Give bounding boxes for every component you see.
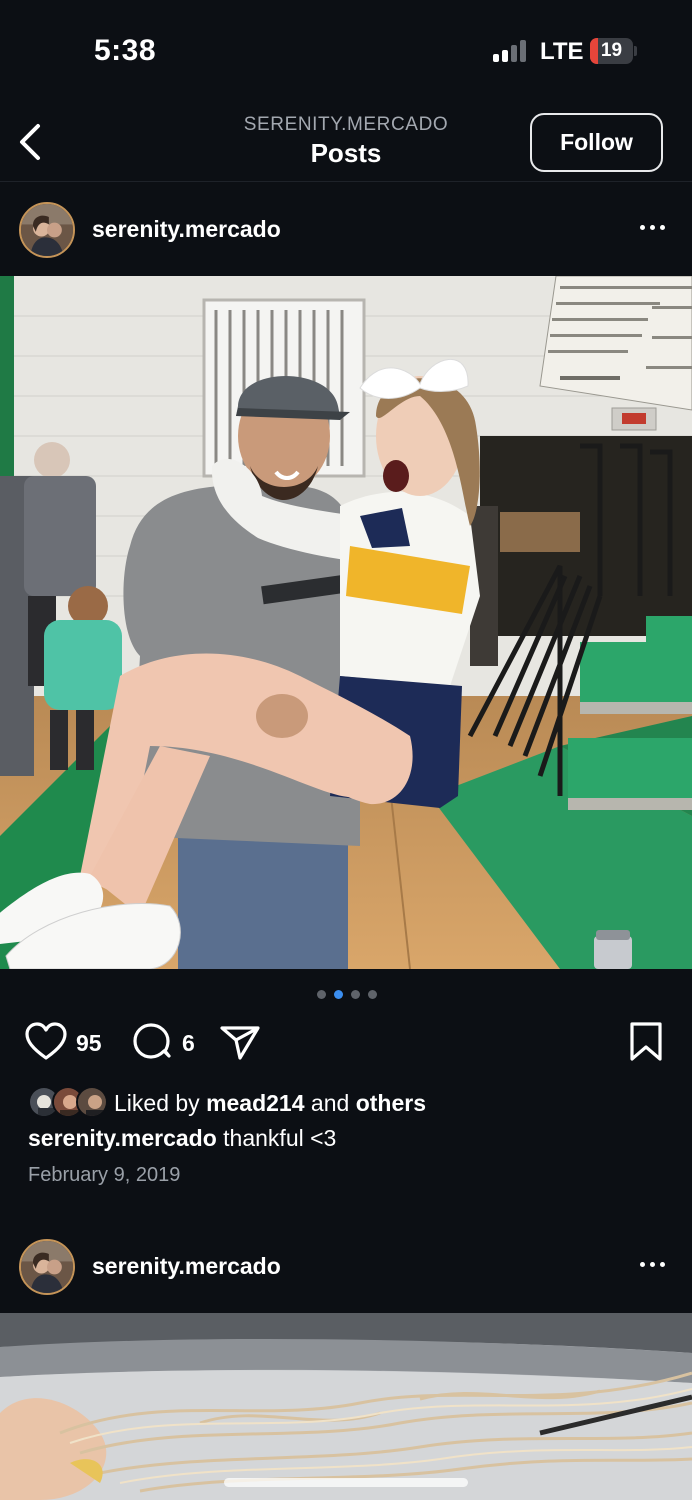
avatar-image [21, 204, 73, 256]
follow-button[interactable]: Follow [530, 113, 663, 172]
comment-count: 6 [182, 1030, 195, 1056]
home-indicator[interactable] [224, 1478, 468, 1487]
avatar-image [21, 1241, 73, 1293]
more-options-button[interactable] [636, 1253, 670, 1277]
battery-tip [634, 46, 637, 56]
comment-bubble-icon [133, 1023, 171, 1059]
liked-by-others[interactable]: others [356, 1090, 426, 1116]
carousel-dot [316, 990, 326, 999]
liked-by-row[interactable]: Liked by mead214 and others [28, 1086, 668, 1120]
liker-avatar [76, 1086, 108, 1118]
post-caption: serenity.mercado thankful <3 [28, 1125, 336, 1152]
cellular-signal-icon [493, 40, 527, 62]
more-options-button[interactable] [636, 216, 670, 240]
like-count: 95 [76, 1030, 102, 1056]
post-username[interactable]: serenity.mercado [92, 1253, 281, 1280]
battery-icon: 19 [590, 38, 633, 64]
liked-prefix: Liked by [114, 1090, 200, 1116]
post-header: serenity.mercado [0, 1219, 692, 1313]
post-photo-image [0, 276, 692, 969]
save-button[interactable] [626, 1020, 666, 1069]
avatar[interactable] [19, 202, 75, 258]
post-photo[interactable] [0, 276, 692, 969]
post-date: February 9, 2019 [28, 1164, 181, 1186]
avatar[interactable] [19, 1239, 75, 1295]
caption-username[interactable]: serenity.mercado [28, 1125, 217, 1151]
status-time: 5:38 [94, 34, 157, 67]
liked-by-text: Liked by mead214 and others [114, 1090, 426, 1117]
network-type: LTE [540, 38, 584, 65]
post-header: serenity.mercado [0, 182, 692, 276]
post-photo[interactable] [0, 1313, 692, 1500]
carousel-indicator [0, 989, 692, 1001]
battery-level: 19 [600, 40, 623, 61]
heart-icon [25, 1022, 67, 1060]
post-photo-image [0, 1313, 692, 1500]
comment-button[interactable] [131, 1020, 175, 1069]
carousel-dot [350, 990, 360, 999]
status-bar: 5:38 LTE 19 [0, 0, 692, 100]
caption-text: thankful <3 [223, 1125, 337, 1151]
carousel-dot [367, 990, 377, 999]
post-actions: 95 6 [0, 1020, 692, 1068]
liked-by-user[interactable]: mead214 [206, 1090, 304, 1116]
nav-header: SERENITY.MERCADO Posts Follow [0, 100, 692, 182]
carousel-dot [333, 990, 343, 999]
share-button[interactable] [218, 1020, 262, 1069]
send-icon [220, 1026, 260, 1060]
bookmark-icon [630, 1022, 662, 1061]
liked-and: and [310, 1090, 350, 1116]
like-button[interactable] [24, 1020, 68, 1069]
post-username[interactable]: serenity.mercado [92, 216, 281, 243]
